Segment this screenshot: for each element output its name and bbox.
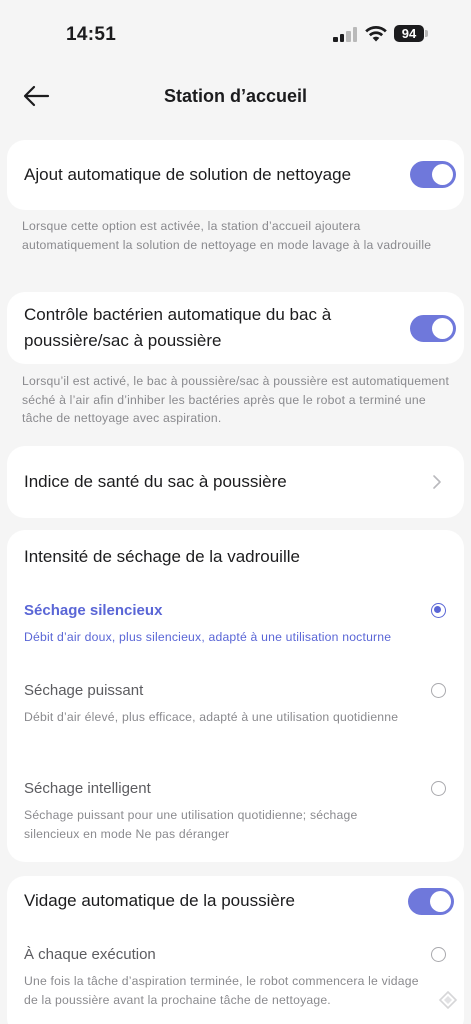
option-label: À chaque exécution xyxy=(24,946,156,963)
page-title: Station d’accueil xyxy=(163,86,308,106)
option-description: Une fois la tâche d’aspiration terminée,… xyxy=(24,974,419,1007)
auto-solution-label: Ajout automatique de solution de nettoya… xyxy=(24,165,352,184)
option-label: Séchage intelligent xyxy=(24,780,151,797)
bacteria-control-description: Lorsqu’il est activé, le bac à poussière… xyxy=(22,374,450,425)
option-label: Séchage puissant xyxy=(24,682,144,699)
status-bar: 14:51 94 xyxy=(0,0,471,66)
battery-tip xyxy=(425,30,428,37)
dust-bag-health-card[interactable]: Indice de santé du sac à poussière xyxy=(7,446,464,518)
option-label: Séchage silencieux xyxy=(24,602,163,619)
radio-unselected[interactable] xyxy=(431,683,446,698)
auto-solution-toggle[interactable] xyxy=(410,161,456,188)
battery-icon: 94 xyxy=(394,25,424,42)
radio-unselected[interactable] xyxy=(431,781,446,796)
bacteria-control-label: Contrôle bactérien automatique du bac à … xyxy=(24,305,332,350)
bacteria-control-toggle[interactable] xyxy=(410,315,456,342)
wifi-icon xyxy=(365,25,387,42)
auto-solution-description: Lorsque cette option est activée, la sta… xyxy=(22,219,432,252)
mop-drying-card: Intensité de séchage de la vadrouille Sé… xyxy=(7,530,464,862)
option-description: Débit d’air doux, plus silencieux, adapt… xyxy=(24,630,392,644)
chevron-right-icon xyxy=(433,475,441,489)
auto-solution-card: Ajout automatique de solution de nettoya… xyxy=(7,140,464,210)
auto-empty-label: Vidage automatique de la poussière xyxy=(24,891,295,910)
radio-unselected[interactable] xyxy=(431,947,446,962)
watermark-logo-icon xyxy=(438,990,458,1010)
auto-empty-card: Vidage automatique de la poussière À cha… xyxy=(7,876,464,1024)
auto-empty-toggle[interactable] xyxy=(408,888,454,915)
option-description: Débit d’air élevé, plus efficace, adapté… xyxy=(24,710,399,724)
cellular-signal-icon xyxy=(333,26,359,42)
bacteria-control-card: Contrôle bactérien automatique du bac à … xyxy=(7,292,464,364)
status-time: 14:51 xyxy=(66,24,117,45)
dust-bag-health-label: Indice de santé du sac à poussière xyxy=(24,472,287,491)
radio-selected[interactable] xyxy=(431,603,446,618)
option-description: Séchage puissant pour une utilisation qu… xyxy=(24,808,358,841)
mop-drying-title: Intensité de séchage de la vadrouille xyxy=(24,547,300,566)
